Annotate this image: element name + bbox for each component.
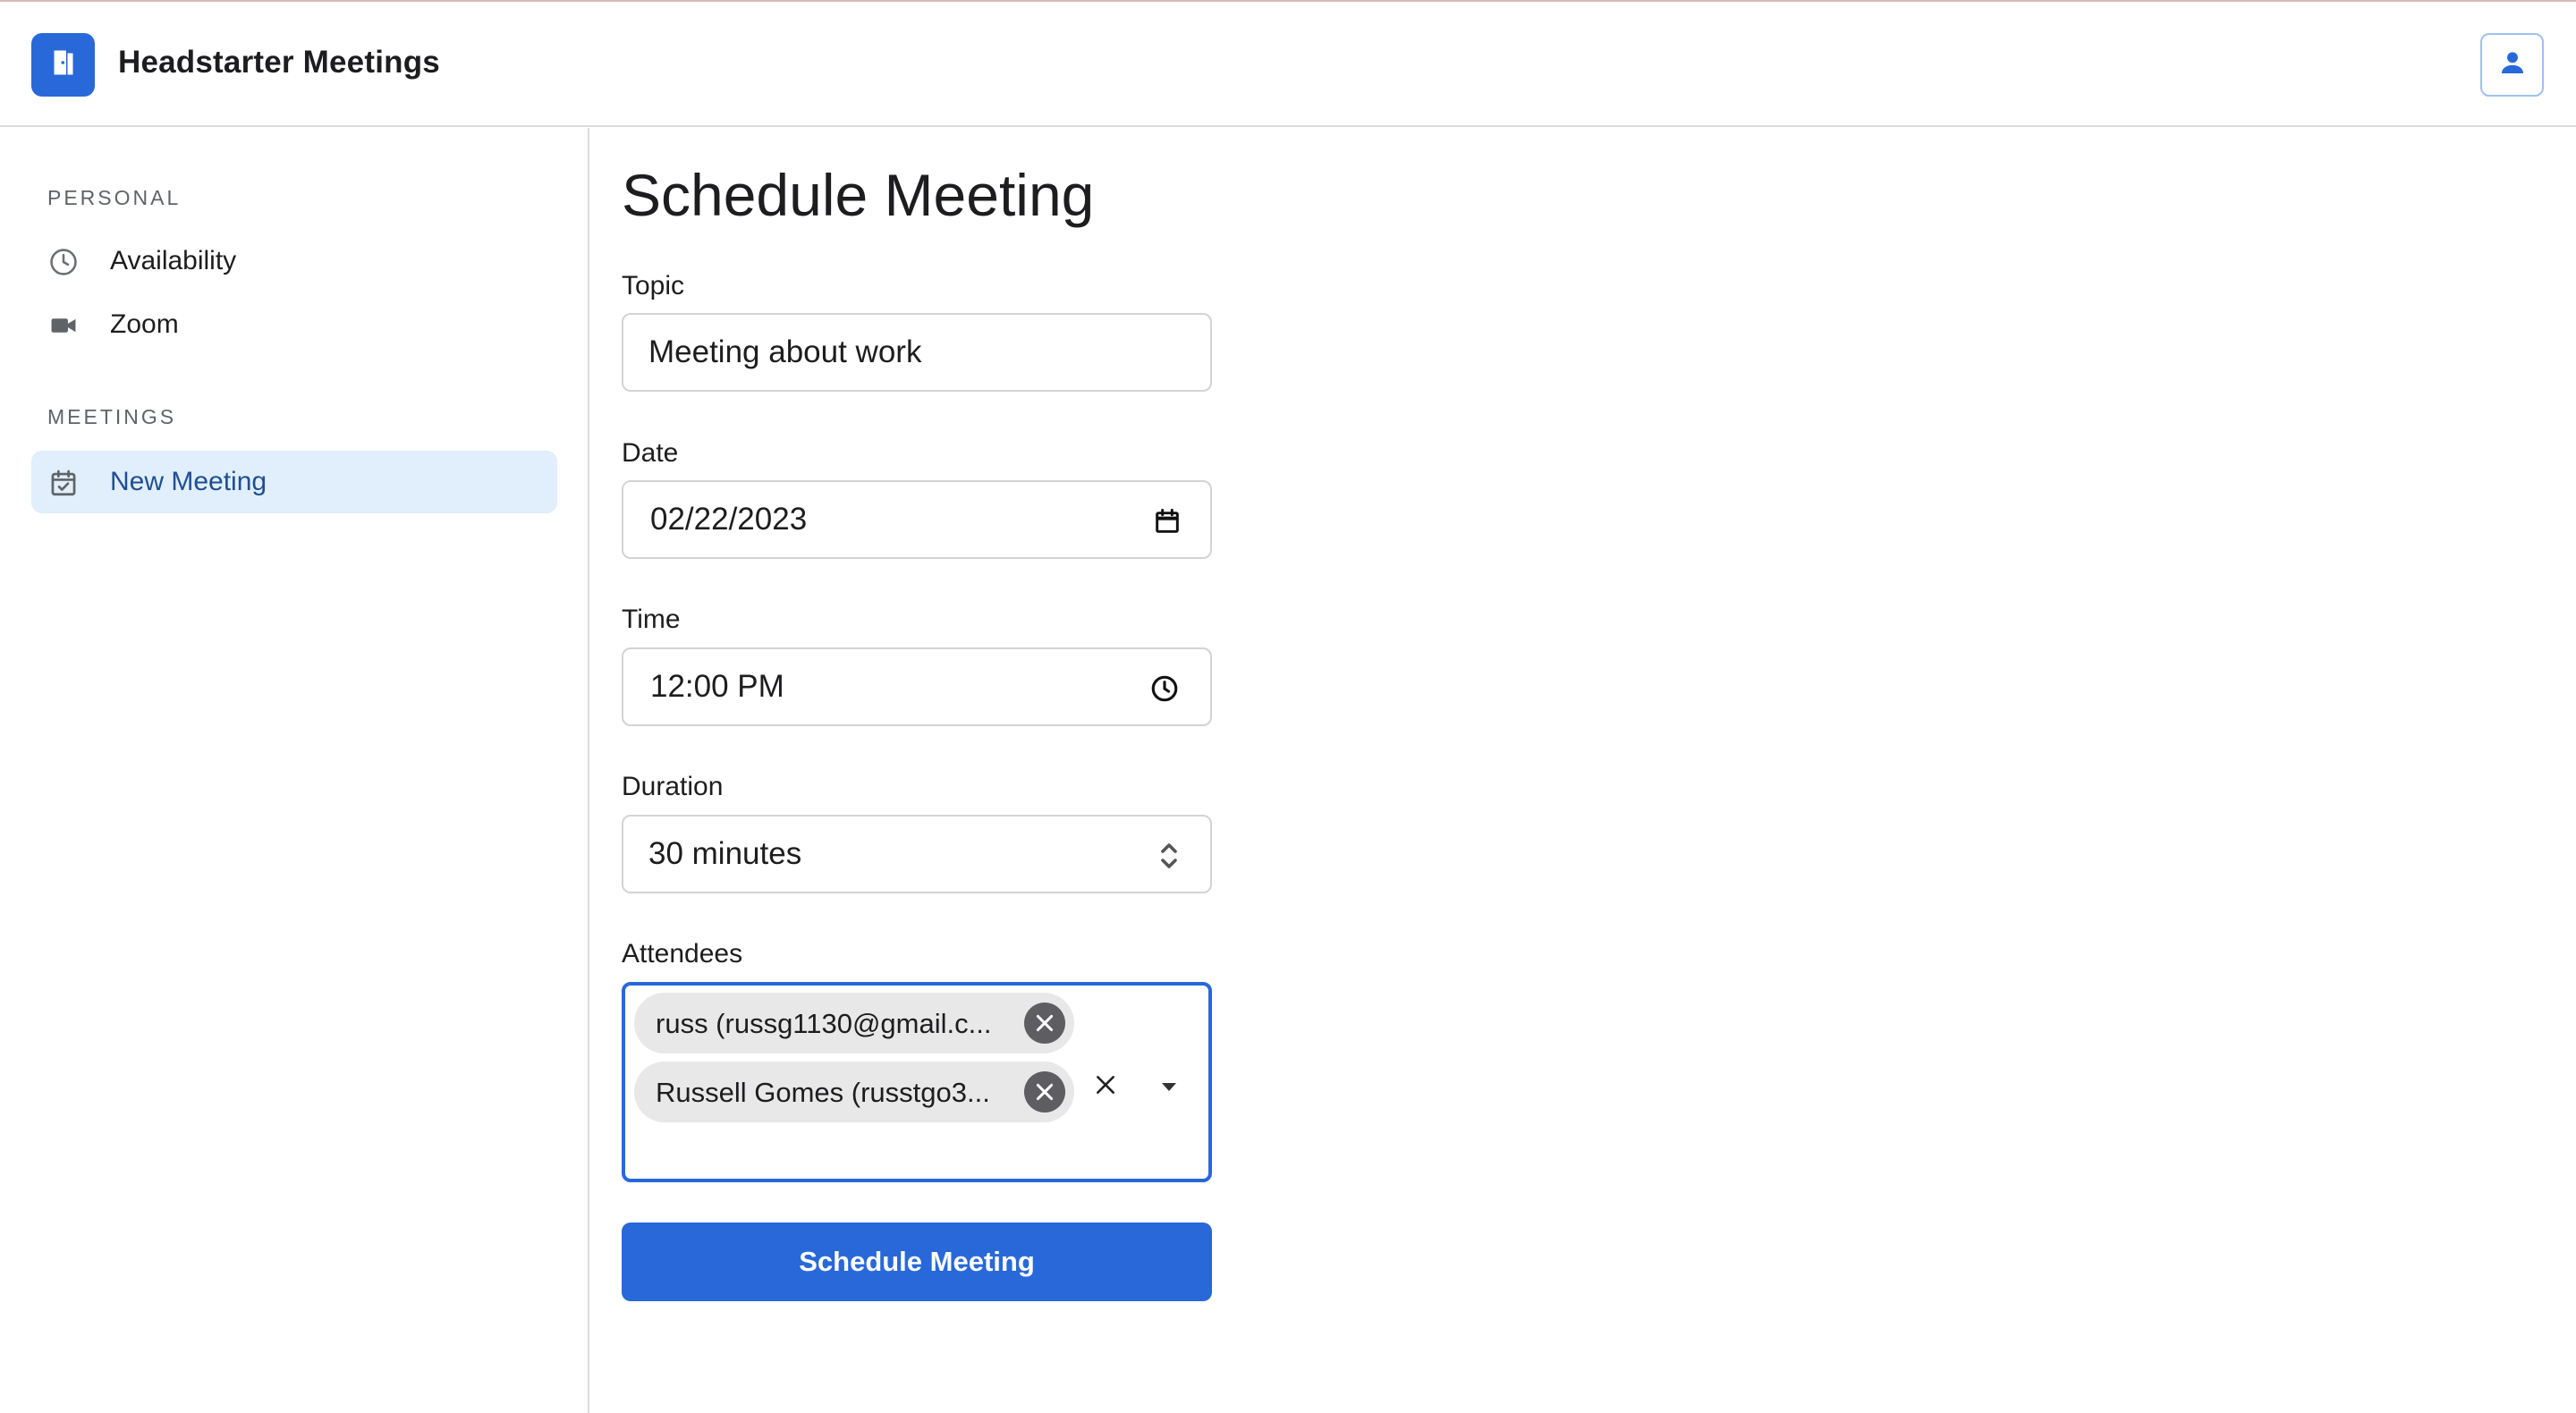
calendar-check-icon — [47, 467, 80, 499]
door-icon — [47, 47, 80, 83]
sidebar-item-zoom[interactable]: Zoom — [31, 293, 557, 356]
duration-select[interactable]: 30 minutes — [622, 815, 1212, 893]
time-label: Time — [622, 605, 681, 634]
attendee-chip: russ (russg1130@gmail.c... — [634, 993, 1074, 1053]
duration-value: 30 minutes — [648, 836, 802, 871]
date-label: Date — [622, 438, 679, 468]
remove-attendee-button[interactable] — [1024, 1071, 1065, 1113]
remove-attendee-button[interactable] — [1024, 1003, 1065, 1044]
video-camera-icon — [47, 309, 80, 342]
time-input[interactable]: 12:00 PM — [622, 647, 1212, 726]
sidebar-item-label: Availability — [110, 246, 237, 275]
sidebar: PERSONAL Availability Zoom MEETINGS New … — [0, 128, 589, 1413]
app-logo[interactable] — [31, 33, 95, 97]
time-value: 12:00 PM — [650, 669, 784, 704]
select-arrows-icon — [1153, 840, 1185, 872]
sidebar-section-meetings: MEETINGS — [47, 405, 177, 428]
date-value: 02/22/2023 — [650, 502, 808, 537]
app-header: Headstarter Meetings — [0, 2, 2576, 127]
user-menu-button[interactable] — [2480, 33, 2544, 97]
sidebar-item-availability[interactable]: Availability — [31, 230, 557, 292]
schedule-meeting-button[interactable]: Schedule Meeting — [622, 1223, 1212, 1301]
app-title: Headstarter Meetings — [118, 45, 440, 80]
page-title: Schedule Meeting — [622, 162, 1095, 228]
sidebar-item-new-meeting[interactable]: New Meeting — [31, 451, 557, 513]
attendee-chip: Russell Gomes (russtgo3... — [634, 1062, 1074, 1122]
clear-attendees-button[interactable] — [1089, 1069, 1122, 1101]
chevron-down-icon[interactable] — [1155, 1072, 1183, 1101]
attendee-chip-label: Russell Gomes (russtgo3... — [656, 1077, 990, 1108]
clock-icon — [47, 246, 80, 278]
clock-icon[interactable] — [1148, 673, 1181, 705]
topic-value: Meeting about work — [648, 334, 922, 369]
topic-label: Topic — [622, 271, 685, 300]
user-icon — [2497, 47, 2528, 82]
topic-input[interactable]: Meeting about work — [622, 313, 1212, 392]
attendees-label: Attendees — [622, 939, 743, 969]
date-input[interactable]: 02/22/2023 — [622, 480, 1212, 559]
calendar-icon[interactable] — [1151, 505, 1183, 537]
sidebar-item-label: Zoom — [110, 309, 179, 339]
attendees-multiselect[interactable]: russ (russg1130@gmail.c... Russell Gomes… — [622, 982, 1212, 1182]
attendee-chip-label: russ (russg1130@gmail.c... — [656, 1008, 992, 1039]
sidebar-section-personal: PERSONAL — [47, 186, 182, 209]
duration-label: Duration — [622, 772, 724, 801]
sidebar-item-label: New Meeting — [110, 467, 267, 496]
